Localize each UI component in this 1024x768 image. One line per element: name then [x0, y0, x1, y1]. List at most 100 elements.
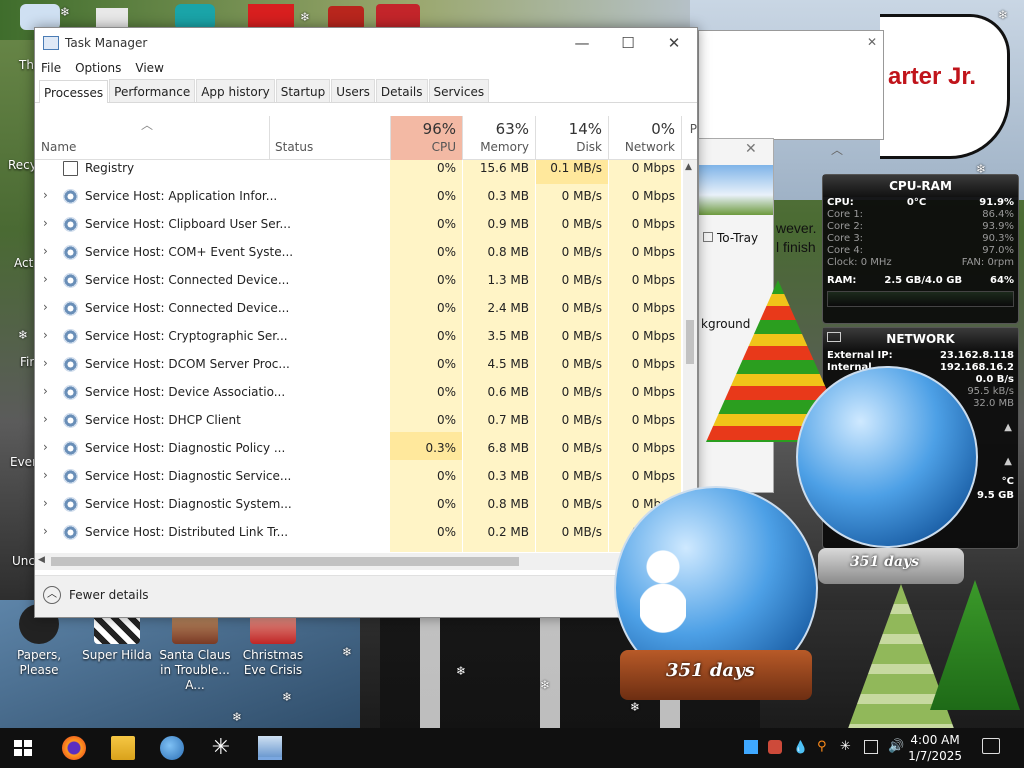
scroll-left-icon[interactable]: ◀: [38, 555, 45, 565]
tab-users[interactable]: Users: [331, 79, 375, 102]
table-row[interactable]: › Service Host: COM+ Event Syste... 0% 0.8 …: [35, 238, 683, 266]
action-center-icon[interactable]: [982, 738, 1000, 754]
background-window[interactable]: ✕ ︿: [698, 30, 884, 157]
desktop-label-5[interactable]: Ever: [10, 455, 37, 469]
expand-chevron-icon[interactable]: ›: [43, 244, 48, 258]
to-tray-button[interactable]: To-Tray: [703, 231, 758, 245]
tab-app-history[interactable]: App history: [196, 79, 275, 102]
snowflake-icon: ❄: [300, 10, 311, 24]
column-divider[interactable]: [608, 116, 609, 160]
column-header-status[interactable]: Status: [275, 140, 313, 154]
background-window-scroll-up-icon[interactable]: ︿: [831, 141, 843, 158]
tab-startup[interactable]: Startup: [275, 79, 331, 102]
horizontal-scrollbar[interactable]: ◀ ▶: [35, 553, 683, 570]
column-header-power[interactable]: P: [683, 116, 697, 160]
expand-chevron-icon[interactable]: ›: [43, 440, 48, 454]
tab-services[interactable]: Services: [428, 79, 490, 102]
network-scroll-up-icon[interactable]: ▲: [1004, 422, 1012, 433]
background-window-close-icon[interactable]: ✕: [867, 35, 877, 49]
column-header-network[interactable]: 0% Network: [609, 116, 681, 160]
menu-file[interactable]: File: [41, 61, 61, 75]
title-bar[interactable]: Task Manager — ☐ ✕: [35, 28, 697, 57]
scroll-up-icon[interactable]: ▲: [685, 162, 692, 172]
tab-details[interactable]: Details: [375, 79, 428, 102]
service-gear-icon: [63, 217, 78, 232]
tray-snowflake-icon[interactable]: ✳: [840, 740, 854, 754]
table-row[interactable]: › Service Host: Diagnostic Service... 0% 0.…: [35, 462, 683, 490]
service-gear-icon: [63, 273, 78, 288]
expand-chevron-icon[interactable]: ›: [43, 216, 48, 230]
table-row[interactable]: › Service Host: Distributed Link Tr... 0% 0…: [35, 518, 683, 546]
expand-chevron-icon[interactable]: ›: [43, 496, 48, 510]
process-disk: 0 MB/s: [561, 357, 602, 371]
table-row[interactable]: › Service Host: Cryptographic Ser... 0% 3.5…: [35, 322, 683, 350]
background-dialog-close-icon[interactable]: ✕: [745, 141, 757, 157]
desktop-label-3[interactable]: Act: [14, 256, 33, 270]
column-header-name[interactable]: Name: [41, 140, 76, 154]
column-divider[interactable]: [681, 116, 682, 160]
column-divider[interactable]: [269, 116, 270, 160]
close-button[interactable]: ✕: [651, 34, 697, 52]
file-explorer-icon[interactable]: [111, 736, 135, 760]
vertical-scroll-thumb[interactable]: [686, 320, 694, 364]
process-memory: 0.3 MB: [487, 189, 529, 203]
process-disk: 0 MB/s: [561, 329, 602, 343]
maximize-button[interactable]: ☐: [605, 34, 651, 52]
clock-value: Clock: 0 MHz: [827, 257, 892, 268]
power-column-label: P: [689, 122, 697, 136]
table-row[interactable]: › Service Host: Connected Device... 0% 1.3 …: [35, 266, 683, 294]
tray-volume-icon[interactable]: 🔊: [888, 740, 904, 754]
firefox-icon[interactable]: [62, 736, 86, 760]
desktop-label-4[interactable]: Fir: [20, 355, 34, 369]
column-header-disk[interactable]: 14% Disk: [536, 116, 608, 160]
column-divider[interactable]: [390, 116, 391, 160]
tray-network-icon[interactable]: [864, 740, 878, 754]
expand-chevron-icon[interactable]: ›: [43, 356, 48, 370]
cpu-ram-gadget[interactable]: CPU-RAM CPU: 0°C 91.9% Core 1: 86.4% Core…: [822, 174, 1019, 324]
tray-droplet-icon[interactable]: 💧: [793, 740, 808, 754]
net-extra-1: °C: [998, 476, 1018, 488]
expand-chevron-icon[interactable]: ›: [43, 300, 48, 314]
desktop-label-6[interactable]: Unc: [12, 554, 35, 568]
task-manager-taskbar-icon[interactable]: [258, 736, 282, 760]
table-row[interactable]: › Service Host: Device Associatio... 0% 0.6…: [35, 378, 683, 406]
expand-chevron-icon[interactable]: ›: [43, 188, 48, 202]
minimize-button[interactable]: —: [559, 34, 605, 52]
fewer-details-button[interactable]: ︿ Fewer details: [43, 586, 149, 604]
table-row[interactable]: › Service Host: Diagnostic System... 0% 0.8…: [35, 490, 683, 518]
desktop-label-1[interactable]: Th: [19, 58, 34, 72]
horizontal-scroll-thumb[interactable]: [51, 557, 519, 566]
column-divider[interactable]: [462, 116, 463, 160]
expand-chevron-icon[interactable]: ›: [43, 468, 48, 482]
expand-chevron-icon[interactable]: ›: [43, 412, 48, 426]
table-row[interactable]: › Service Host: Diagnostic Policy ... 0.3%…: [35, 434, 683, 462]
tray-clock[interactable]: 4:00 AM 1/7/2025: [908, 732, 962, 764]
table-row[interactable]: › Service Host: Application Infor... 0% 0.3…: [35, 182, 683, 210]
expand-chevron-icon[interactable]: ›: [43, 524, 48, 538]
table-row[interactable]: › Service Host: DCOM Server Proc... 0% 4.5 …: [35, 350, 683, 378]
column-header-memory[interactable]: 63% Memory: [463, 116, 535, 160]
tab-processes[interactable]: Processes: [39, 80, 109, 103]
menu-view[interactable]: View: [135, 61, 163, 75]
table-row[interactable]: Registry 0% 15.6 MB 0.1 MB/s 0 Mbps: [35, 160, 683, 182]
network-scroll-up-icon-2[interactable]: ▲: [1004, 456, 1012, 467]
table-row[interactable]: › Service Host: Connected Device... 0% 2.4 …: [35, 294, 683, 322]
column-divider[interactable]: [535, 116, 536, 160]
expand-chevron-icon[interactable]: ›: [43, 328, 48, 342]
people-app-icon[interactable]: [160, 736, 184, 760]
tab-performance[interactable]: Performance: [109, 79, 196, 102]
tray-search-icon[interactable]: ⚲: [817, 740, 831, 754]
table-row[interactable]: › Service Host: Clipboard User Ser... 0% 0.…: [35, 210, 683, 238]
desktop-label-2[interactable]: Recy: [8, 158, 37, 172]
tray-app-icon[interactable]: [768, 740, 782, 754]
table-row[interactable]: › Service Host: DHCP Client 0% 0.7 MB 0 MB/s…: [35, 406, 683, 434]
task-manager-window[interactable]: Task Manager — ☐ ✕ File Options View Pro…: [34, 27, 698, 618]
process-list: Registry 0% 15.6 MB 0.1 MB/s 0 Mbps › Service …: [35, 160, 683, 552]
expand-chevron-icon[interactable]: ›: [43, 272, 48, 286]
menu-options[interactable]: Options: [75, 61, 121, 75]
expand-chevron-icon[interactable]: ›: [43, 384, 48, 398]
start-button[interactable]: [14, 740, 32, 756]
column-header-cpu[interactable]: 96% CPU: [390, 116, 462, 160]
snowflake-app-icon[interactable]: ✳: [209, 736, 233, 760]
tray-blue-square-icon[interactable]: [744, 740, 758, 754]
